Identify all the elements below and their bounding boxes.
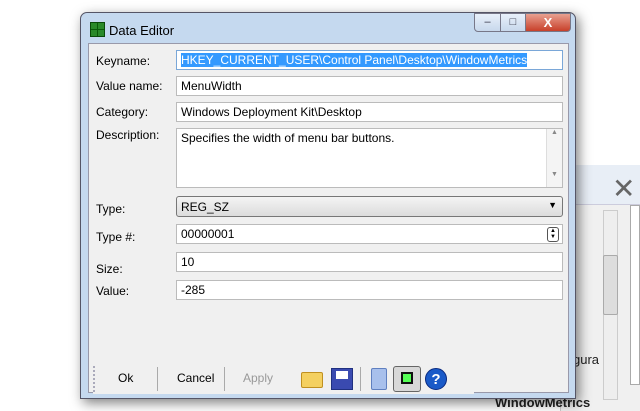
description-field[interactable]: Specifies the width of menu bar buttons.… — [176, 128, 563, 188]
category-label: Category: — [96, 105, 149, 119]
separator — [157, 367, 158, 391]
maximize-button[interactable]: □ — [500, 13, 526, 32]
category-field[interactable]: Windows Deployment Kit\Desktop — [176, 102, 563, 122]
type-number-label: Type #: — [96, 230, 136, 244]
size-field[interactable]: 10 — [176, 252, 563, 272]
data-editor-dialog: Data Editor – □ X Keyname: HKEY_CURRENT_… — [80, 12, 576, 399]
dialog-body: Keyname: HKEY_CURRENT_USER\Control Panel… — [88, 43, 569, 394]
save-icon[interactable] — [331, 368, 353, 390]
description-text: Specifies the width of menu bar buttons. — [181, 131, 395, 145]
app-icon — [90, 22, 105, 37]
open-folder-icon[interactable] — [301, 372, 323, 388]
background-scroll-thumb[interactable] — [603, 255, 618, 315]
minimize-button[interactable]: – — [474, 13, 501, 32]
description-label: Description: — [96, 128, 160, 142]
type-select[interactable]: REG_SZ ▼ — [176, 196, 563, 217]
close-button[interactable]: X — [525, 13, 571, 32]
value-name-label: Value name: — [96, 79, 163, 93]
background-list — [630, 205, 640, 385]
separator — [360, 367, 361, 391]
type-value: REG_SZ — [181, 200, 230, 214]
keyname-label: Keyname: — [96, 54, 151, 68]
keyname-value: HKEY_CURRENT_USER\Control Panel\Desktop\… — [181, 53, 528, 67]
background-text: gura — [573, 352, 600, 367]
window-title: Data Editor — [109, 23, 175, 38]
separator — [224, 367, 225, 391]
value-label: Value: — [96, 284, 130, 298]
cancel-button[interactable]: Cancel — [177, 371, 214, 385]
grid-view-toggle-icon[interactable] — [393, 366, 421, 392]
value-field[interactable]: -285 — [176, 280, 563, 300]
ok-button[interactable]: Ok — [118, 371, 133, 385]
calculator-icon[interactable] — [371, 368, 387, 390]
keyname-field[interactable]: HKEY_CURRENT_USER\Control Panel\Desktop\… — [176, 50, 563, 70]
toolbar: Ok Cancel Apply ? — [93, 364, 474, 394]
description-scrollbar[interactable]: ▲ ▼ — [546, 129, 562, 187]
chevron-down-icon: ▼ — [548, 200, 557, 210]
value-name-field[interactable]: MenuWidth — [176, 76, 563, 96]
size-label: Size: — [96, 262, 123, 276]
type-label: Type: — [96, 202, 126, 216]
type-number-spinner[interactable]: ▲ ▼ — [547, 227, 559, 242]
toolbar-grip[interactable] — [93, 366, 99, 392]
help-icon[interactable]: ? — [425, 368, 447, 390]
type-number-field[interactable]: 00000001 ▲ ▼ — [176, 224, 563, 244]
background-close-icon[interactable]: ✕ — [612, 172, 635, 205]
type-number-value: 00000001 — [181, 227, 235, 241]
apply-button[interactable]: Apply — [243, 371, 273, 385]
